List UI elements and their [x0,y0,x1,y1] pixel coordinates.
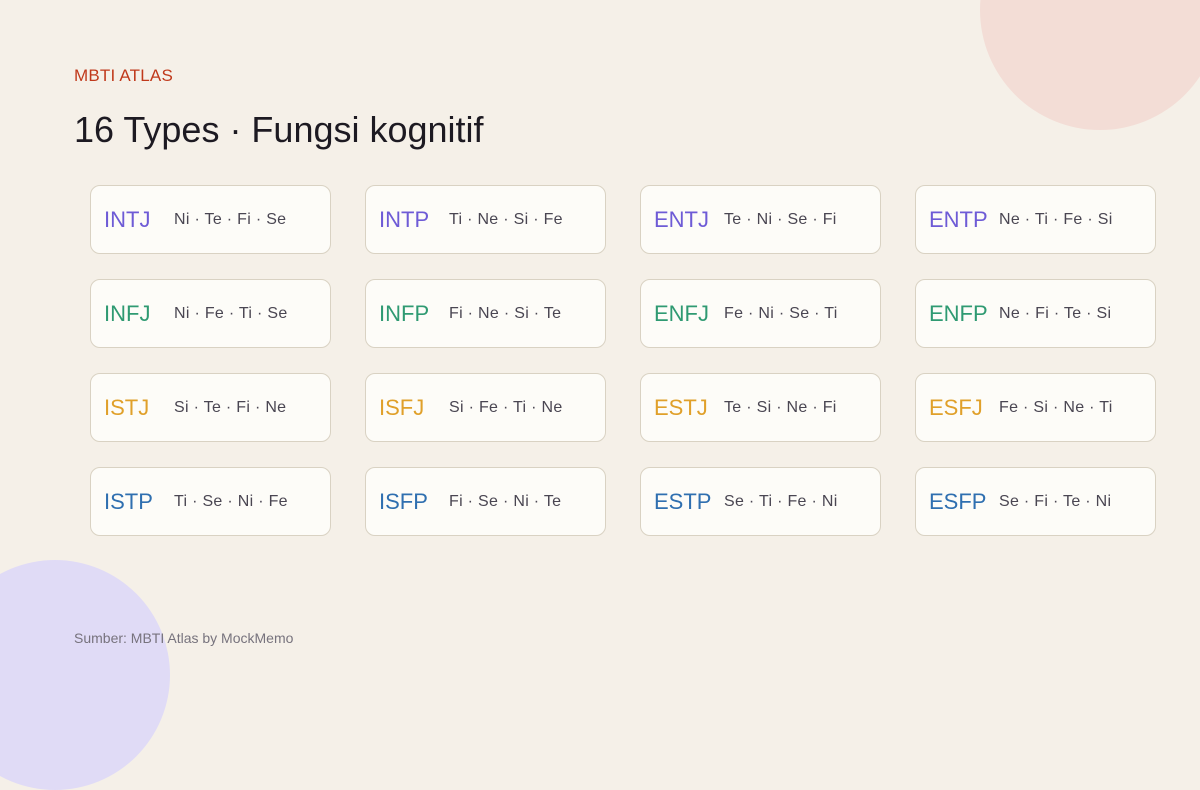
type-code: ISTP [104,488,153,514]
kicker-label: MBTI ATLAS [74,66,173,85]
type-card: ENFJ Fe · Ni · Se · Ti [640,279,881,348]
type-code: ENTJ [654,206,709,232]
decorative-circle-bottom-left [0,560,170,790]
type-card: ESFJ Fe · Si · Ne · Ti [915,373,1156,442]
type-code: ESFP [929,488,987,514]
type-functions: Fi · Ne · Si · Te [449,304,562,322]
type-functions: Fi · Se · Ni · Te [449,492,562,510]
type-code: ESFJ [929,394,983,420]
type-card: INFP Fi · Ne · Si · Te [365,279,606,348]
type-code: ENFJ [654,300,709,326]
type-functions: Ti · Ne · Si · Fe [449,210,563,228]
type-code: INFP [379,300,430,326]
type-card: ESTJ Te · Si · Ne · Fi [640,373,881,442]
type-code: ISFP [379,488,428,514]
type-code: ESTJ [654,394,708,420]
type-functions: Fe · Si · Ne · Ti [999,398,1113,416]
type-functions: Ni · Te · Fi · Se [174,210,287,228]
type-grid: INTJ Ni · Te · Fi · Se INTP Ti · Ne · Si ·… [90,185,1156,536]
type-functions: Te · Ni · Se · Fi [724,210,837,228]
type-functions: Ti · Se · Ni · Fe [174,492,288,510]
type-card: ISTP Ti · Se · Ni · Fe [90,467,331,536]
type-card: ISFP Fi · Se · Ni · Te [365,467,606,536]
type-card: INTP Ti · Ne · Si · Fe [365,185,606,254]
type-functions: Ne · Ti · Fe · Si [999,210,1113,228]
type-card: ENTJ Te · Ni · Se · Fi [640,185,881,254]
type-functions: Ne · Fi · Te · Si [999,304,1112,322]
type-functions: Ni · Fe · Ti · Se [174,304,288,322]
type-functions: Fe · Ni · Se · Ti [724,304,838,322]
type-card: INFJ Ni · Fe · Ti · Se [90,279,331,348]
type-functions: Si · Fe · Ti · Ne [449,398,563,416]
type-functions: Te · Si · Ne · Fi [724,398,837,416]
type-card: INTJ Ni · Te · Fi · Se [90,185,331,254]
type-card: ESFP Se · Fi · Te · Ni [915,467,1156,536]
decorative-circle-top-right [980,0,1200,130]
type-card: ISTJ Si · Te · Fi · Ne [90,373,331,442]
type-card: ESTP Se · Ti · Fe · Ni [640,467,881,536]
type-code: ENTP [929,206,988,232]
type-code: ENFP [929,300,988,326]
type-code: ISFJ [379,394,425,420]
type-code: ESTP [654,488,712,514]
type-card: ENTP Ne · Ti · Fe · Si [915,185,1156,254]
type-code: INTJ [104,206,151,232]
type-card: ENFP Ne · Fi · Te · Si [915,279,1156,348]
type-card: ISFJ Si · Fe · Ti · Ne [365,373,606,442]
page-title: 16 Types · Fungsi kognitif [74,109,484,150]
type-functions: Se · Fi · Te · Ni [999,492,1112,510]
type-code: INTP [379,206,430,232]
type-functions: Se · Ti · Fe · Ni [724,492,838,510]
source-note: Sumber: MBTI Atlas by MockMemo [74,630,294,646]
type-code: ISTJ [104,394,150,420]
type-code: INFJ [104,300,151,326]
type-functions: Si · Te · Fi · Ne [174,398,287,416]
